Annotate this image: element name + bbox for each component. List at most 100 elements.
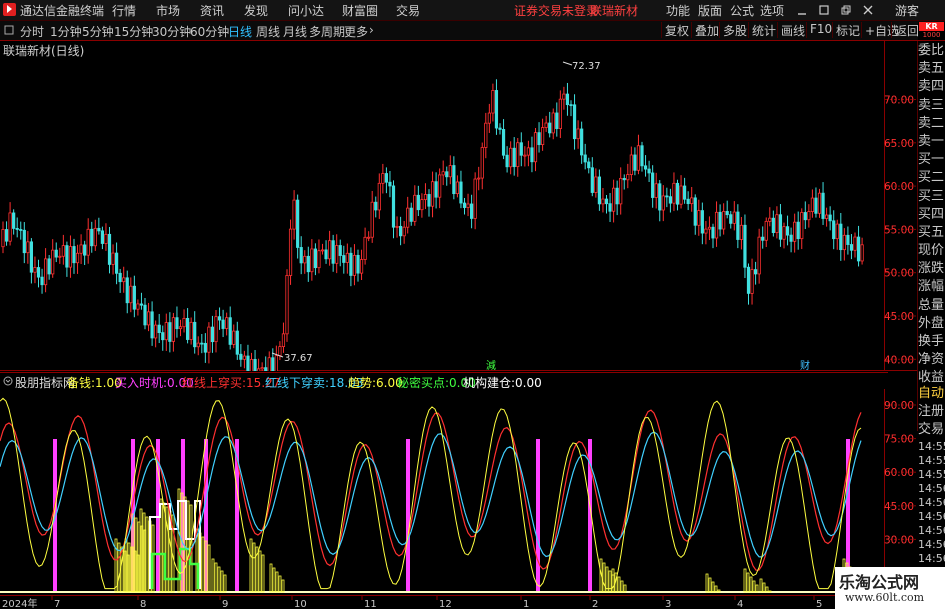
candle-body	[115, 252, 119, 274]
period-fenshi[interactable]: 分时	[20, 23, 44, 40]
tool-duogu[interactable]: 多股	[719, 22, 747, 38]
tool-diejia[interactable]: 叠加	[691, 22, 719, 38]
candle-body	[342, 255, 346, 263]
candle-body	[459, 181, 463, 204]
candle-body	[377, 182, 381, 211]
trend-bar	[602, 562, 606, 593]
period-30min[interactable]: 30分钟	[152, 23, 191, 40]
kr-badge[interactable]: KR 1000	[918, 22, 945, 40]
period-weekly[interactable]: 周线	[256, 23, 280, 40]
menu-wenxiaoda[interactable]: 问小达	[288, 2, 324, 19]
candle-body	[388, 181, 392, 187]
candle-body	[608, 203, 612, 212]
candle-body	[544, 122, 548, 128]
candle-body	[512, 147, 516, 168]
main-candlestick-chart[interactable]: 70.00 65.00 60.00 55.00 50.00 45.00 40.00 72.3…	[0, 41, 917, 371]
indicator-settings-icon[interactable]	[3, 376, 13, 386]
candle-body	[746, 266, 751, 294]
trend-bar	[711, 581, 715, 593]
candle-body	[203, 342, 207, 353]
candle-body	[83, 244, 87, 256]
candle-body	[711, 226, 715, 239]
candle-body	[501, 129, 506, 156]
candle-body	[445, 171, 449, 178]
guest-label[interactable]: 游客	[895, 2, 919, 19]
period-daily[interactable]: 日线	[228, 23, 252, 40]
period-60min[interactable]: 60分钟	[190, 23, 229, 40]
candle-body	[125, 277, 129, 304]
candle-body	[292, 199, 296, 230]
candle-body	[757, 236, 761, 275]
sidebar-tab[interactable]: 交易	[918, 421, 945, 439]
candle-body	[193, 321, 197, 348]
candle-body	[278, 346, 282, 357]
trade-time-list: 14:5514:5514:5514:5614:5614:5614:5614:56…	[918, 440, 945, 570]
tool-biaoji[interactable]: 标记	[832, 22, 860, 38]
sidebar-tab[interactable]: 自动	[918, 385, 945, 403]
menu-hangqing[interactable]: 行情	[112, 2, 136, 19]
menu-xuanxiang[interactable]: 选项	[760, 2, 784, 19]
menu-gongneng[interactable]: 功能	[666, 2, 690, 19]
candle-body	[122, 277, 126, 283]
tool-tongji[interactable]: 统计	[748, 22, 776, 38]
indicator-chart[interactable]: 90.0075.0060.0045.0030.0015.00	[0, 389, 917, 595]
event-marker-jian[interactable]: 減	[486, 359, 496, 371]
candle-body	[835, 223, 839, 240]
tool-huaxian[interactable]: 画线	[777, 22, 805, 38]
close-icon[interactable]	[862, 4, 874, 16]
menu-zixun[interactable]: 资讯	[200, 2, 224, 19]
chevron-right-icon[interactable]: ›	[369, 23, 374, 37]
period-5min[interactable]: 5分钟	[82, 23, 114, 40]
tool-fuquan[interactable]: 复权	[661, 22, 689, 38]
candle-body	[697, 210, 701, 226]
candle-body	[647, 168, 651, 174]
menu-caifuquan[interactable]: 财富圈	[342, 2, 378, 19]
period-more[interactable]: 更多	[344, 23, 368, 40]
period-monthly[interactable]: 月线	[283, 23, 307, 40]
candle-body	[320, 249, 325, 252]
menu-jiaoyi[interactable]: 交易	[396, 2, 420, 19]
candle-body	[541, 127, 545, 146]
candle-body	[601, 198, 605, 205]
candle-body	[743, 224, 747, 268]
candle-body	[686, 198, 690, 205]
menu-gongshi[interactable]: 公式	[730, 2, 754, 19]
sidebar-tab[interactable]: 注册	[918, 403, 945, 421]
candle-body	[310, 248, 314, 273]
candle-body	[754, 269, 758, 275]
period-multi[interactable]: 多周期	[309, 23, 345, 40]
period-1min[interactable]: 1分钟	[50, 23, 82, 40]
menu-banmian[interactable]: 版面	[698, 2, 722, 19]
minimize-icon[interactable]	[796, 4, 808, 16]
menu-shichang[interactable]: 市场	[156, 2, 180, 19]
candle-body	[700, 210, 704, 234]
high-price-label: 72.37	[572, 61, 601, 72]
tool-f10[interactable]: F10	[806, 22, 832, 38]
tool-fanhui[interactable]: 返回	[891, 22, 919, 38]
field-label: 秘密买点:	[397, 376, 450, 390]
candle-body	[576, 128, 580, 140]
candle-body	[8, 212, 12, 242]
restore-icon[interactable]	[840, 4, 852, 16]
candle-body	[185, 318, 190, 340]
candle-body	[406, 207, 410, 228]
event-marker-cai[interactable]: 财	[800, 359, 810, 371]
candle-body	[530, 147, 534, 163]
sidebar-quote-label: 总量	[918, 297, 945, 313]
candle-body	[317, 250, 321, 269]
candle-body	[249, 358, 254, 371]
sidebar-quote-label: 委比	[918, 43, 945, 58]
bookmark-icon[interactable]	[4, 25, 14, 35]
trend-bar	[708, 577, 712, 593]
login-notice[interactable]: 证券交易未登录	[514, 2, 598, 19]
candle-body	[853, 236, 857, 251]
candle-body	[367, 236, 371, 239]
period-15min[interactable]: 15分钟	[114, 23, 153, 40]
candle-body	[679, 185, 683, 205]
menu-faxian[interactable]: 发现	[244, 2, 268, 19]
candle-body	[398, 225, 403, 237]
candle-body	[732, 211, 736, 224]
candle-body	[175, 317, 179, 330]
candle-body	[33, 267, 37, 273]
maximize-icon[interactable]	[818, 4, 830, 16]
